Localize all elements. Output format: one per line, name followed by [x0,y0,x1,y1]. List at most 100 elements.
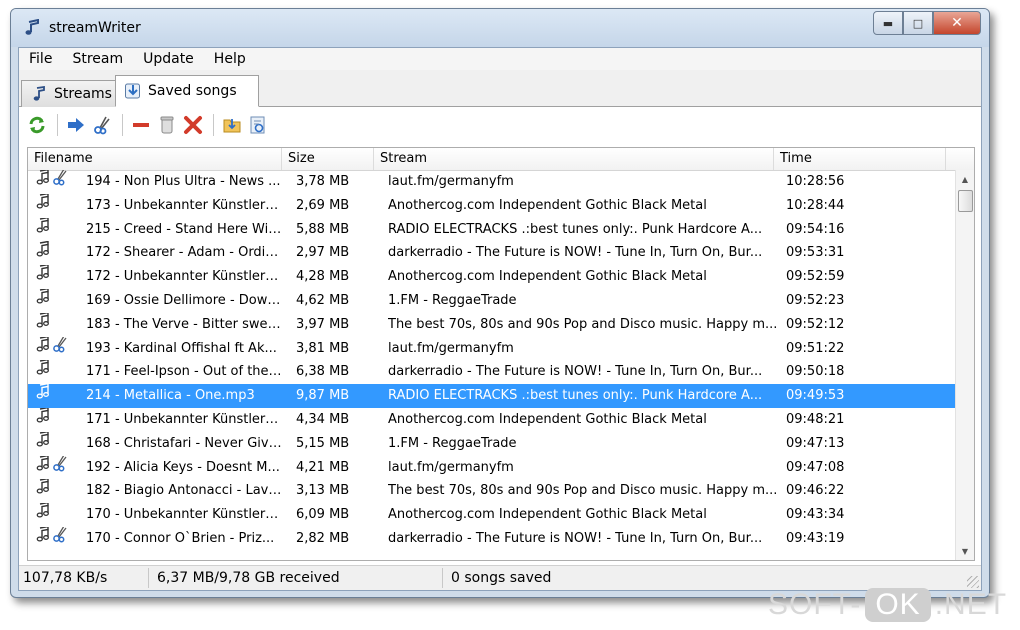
cut-icon [52,455,68,479]
remove-button[interactable] [129,113,153,137]
toolbar [19,107,981,143]
table-row[interactable]: 169 - Ossie Dellimore - Downpr... 4,62 MB… [28,288,956,313]
row-size: 3,81 MB [296,340,350,356]
row-icons [34,241,86,264]
row-filename: 172 - Shearer - Adam - Ordinar... [86,245,282,261]
row-time: 09:49:53 [786,388,845,404]
row-size: 4,62 MB [296,292,350,308]
table-row[interactable]: 172 - Shearer - Adam - Ordinar... 2,97 MB… [28,241,956,265]
music-file-icon [34,193,52,217]
table-row[interactable]: 193 - Kardinal Offishal ft Ak... 3,81 MB l… [28,336,956,361]
row-filename: 170 - Unbekannter Künstler - A... [86,507,282,523]
saved-songs-list[interactable]: Filename Size Stream Time 194 - Non Plus… [27,147,975,561]
cut-icon [52,336,68,360]
tab-label: Streams [54,86,112,102]
row-filename: 214 - Metallica - One.mp3 [86,388,255,404]
properties-button[interactable] [246,113,270,137]
music-file-icon [34,526,52,550]
row-stream: Anothercog.com Independent Gothic Black … [388,269,707,285]
minimize-button[interactable]: ▬ [873,11,903,35]
import-folder-button[interactable] [220,113,244,137]
row-filename: 172 - Unbekannter Künstler - A... [86,269,282,285]
maximize-button[interactable]: □ [903,11,933,35]
table-row[interactable]: 214 - Metallica - One.mp3 9,87 MB RADIO EL… [28,384,956,408]
row-size: 4,34 MB [296,411,350,427]
table-row[interactable]: 170 - Unbekannter Künstler - A... 6,09 MB… [28,503,956,527]
row-stream: Anothercog.com Independent Gothic Black … [388,411,707,427]
column-filename[interactable]: Filename [28,148,282,170]
column-stream[interactable]: Stream [374,148,774,170]
vertical-scrollbar[interactable]: ▲ ▼ [955,170,974,560]
row-time: 09:46:22 [786,483,845,499]
column-size[interactable]: Size [282,148,374,170]
music-file-icon [34,503,52,526]
menu-help[interactable]: Help [204,48,256,70]
scroll-up-arrow-icon[interactable]: ▲ [956,170,974,188]
cut-icon [52,526,68,550]
music-file-icon [34,170,52,193]
recycle-bin-button[interactable] [155,113,179,137]
music-file-icon [34,241,52,264]
table-row[interactable]: 171 - Unbekannter Künstler - Di... 4,34 M… [28,407,956,432]
scroll-thumb[interactable] [958,190,973,212]
menu-stream[interactable]: Stream [62,48,133,70]
row-stream: The best 70s, 80s and 90s Pop and Disco … [388,316,778,332]
row-stream: Anothercog.com Independent Gothic Black … [388,507,707,523]
watermark-right: .NET [934,588,1008,621]
music-file-icon [34,384,52,407]
row-filename: 193 - Kardinal Offishal ft Ak... [86,340,277,356]
row-filename: 183 - The Verve - Bitter sweet ... [86,316,282,332]
row-icons [34,336,86,360]
title-bar[interactable]: streamWriter ▬ □ ✕ [11,9,989,47]
saved-songs-panel: Filename Size Stream Time 194 - Non Plus… [19,107,981,565]
row-icons [34,217,86,241]
tab-saved-songs[interactable]: Saved songs [115,75,259,107]
refresh-icon [29,116,45,134]
table-row[interactable]: 173 - Unbekannter Künstler - D... 2,69 MB… [28,193,956,218]
row-filename: 173 - Unbekannter Künstler - D... [86,197,282,213]
close-button[interactable]: ✕ [933,11,981,35]
music-file-icon [34,479,52,502]
row-icons [34,455,86,479]
row-stream: laut.fm/germanyfm [388,340,514,356]
tab-strip: Streams Saved songs [19,74,981,107]
row-size: 5,15 MB [296,435,350,451]
row-icons [34,479,86,502]
row-filename: 171 - Feel-Ipson - Out of the S... [86,364,282,380]
row-stream: The best 70s, 80s and 90s Pop and Disco … [388,483,778,499]
scroll-down-arrow-icon[interactable]: ▼ [956,542,974,560]
table-row[interactable]: 215 - Creed - Stand Here With ... 5,88 MB… [28,217,956,242]
table-row[interactable]: 168 - Christafari - Never Give in... 5,15… [28,431,956,456]
column-time[interactable]: Time [774,148,946,170]
table-row[interactable]: 192 - Alicia Keys - Doesnt M... 4,21 MB la… [28,455,956,480]
watermark-ok: OK [865,588,931,622]
table-row[interactable]: 171 - Feel-Ipson - Out of the S... 6,38 M… [28,360,956,384]
recycle-bin-icon [160,116,174,134]
play-button[interactable] [64,113,88,137]
row-time: 09:47:08 [786,459,845,475]
row-time: 10:28:56 [786,174,845,189]
cut-button[interactable] [90,113,114,137]
refresh-button[interactable] [25,113,49,137]
table-row[interactable]: 183 - The Verve - Bitter sweet ... 3,97 M… [28,312,956,337]
menu-file[interactable]: File [19,48,62,70]
arrow-right-icon [68,118,84,132]
table-row[interactable]: 194 - Non Plus Ultra - News ... 3,78 MB la… [28,170,956,194]
row-time: 09:43:19 [786,530,845,546]
menu-update[interactable]: Update [133,48,204,70]
list-rows: 194 - Non Plus Ultra - News ... 3,78 MB la… [28,170,956,551]
delete-button[interactable] [181,113,205,137]
row-time: 09:50:18 [786,364,845,380]
table-row[interactable]: 172 - Unbekannter Künstler - A... 4,28 MB… [28,265,956,289]
row-icons [34,384,86,407]
row-stream: RADIO ELECTRACKS .:best tunes only:. Pun… [388,388,763,404]
properties-icon [250,116,265,134]
row-icons [34,360,86,383]
list-header: Filename Size Stream Time [28,148,974,171]
row-icons [34,288,86,312]
table-row[interactable]: 170 - Connor O`Brien - Priz... 2,82 MB dar… [28,526,956,551]
table-row[interactable]: 182 - Biagio Antonacci - Lavore... 3,13 M… [28,479,956,503]
cut-icon [52,170,68,193]
row-time: 09:51:22 [786,340,845,356]
row-size: 9,87 MB [296,388,350,404]
